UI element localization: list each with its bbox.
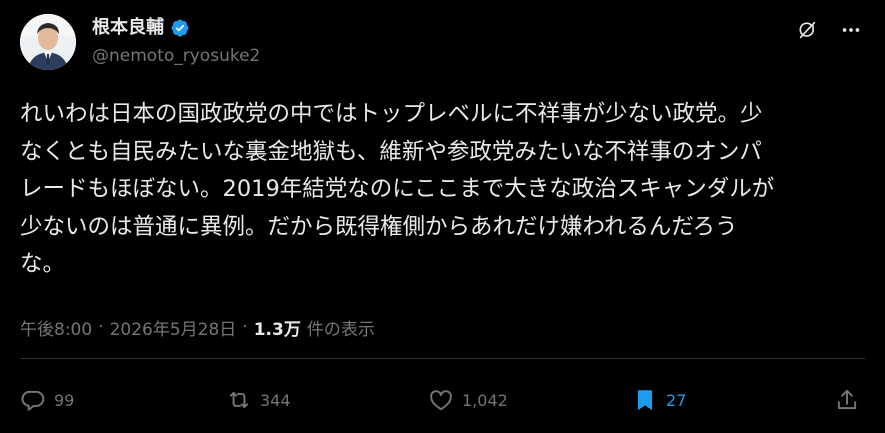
top-actions <box>793 16 865 44</box>
share-button[interactable] <box>834 380 860 420</box>
reply-icon <box>21 390 45 411</box>
retweet-icon <box>229 391 249 409</box>
retweet-button[interactable]: 344 <box>226 380 291 420</box>
heart-icon <box>430 390 452 411</box>
grok-icon[interactable] <box>793 16 821 44</box>
bookmark-button[interactable]: 27 <box>632 380 686 420</box>
meta-separator: · <box>98 317 104 337</box>
like-button[interactable]: 1,042 <box>428 380 508 420</box>
like-count: 1,042 <box>462 390 508 410</box>
bookmark-filled-icon <box>637 390 653 411</box>
meta-separator: · <box>242 317 248 337</box>
tweet-text: れいわは日本の国政政党の中ではトップレベルに不祥事が少ない政党。少 なくとも自民… <box>20 101 775 277</box>
tweet-header: 根本良輔 @nemoto_ryosuke2 <box>20 12 865 76</box>
more-horizontal-icon[interactable] <box>837 16 865 44</box>
views-label: 件の表示 <box>306 319 375 340</box>
avatar-image <box>20 14 76 70</box>
tweet-meta: 午後8:00 · 2026年5月28日 · 1.3万 件の表示 <box>20 314 375 340</box>
views-count: 1.3万 <box>253 319 301 340</box>
bookmark-count: 27 <box>666 390 687 410</box>
share-icon <box>837 389 857 410</box>
name-row: 根本良輔 <box>92 17 190 39</box>
verified-badge-icon <box>170 18 190 38</box>
tweet-date[interactable]: 2026年5月28日 <box>110 315 237 340</box>
tweet-time[interactable]: 午後8:00 <box>20 315 92 340</box>
action-bar: 99 344 1,042 27 <box>20 380 865 420</box>
avatar[interactable] <box>20 14 76 70</box>
divider <box>20 358 865 359</box>
handle[interactable]: @nemoto_ryosuke2 <box>92 45 260 67</box>
reply-count: 99 <box>54 390 75 410</box>
display-name[interactable]: 根本良輔 <box>92 17 164 39</box>
reply-button[interactable]: 99 <box>20 380 74 420</box>
retweet-count: 344 <box>260 390 291 410</box>
